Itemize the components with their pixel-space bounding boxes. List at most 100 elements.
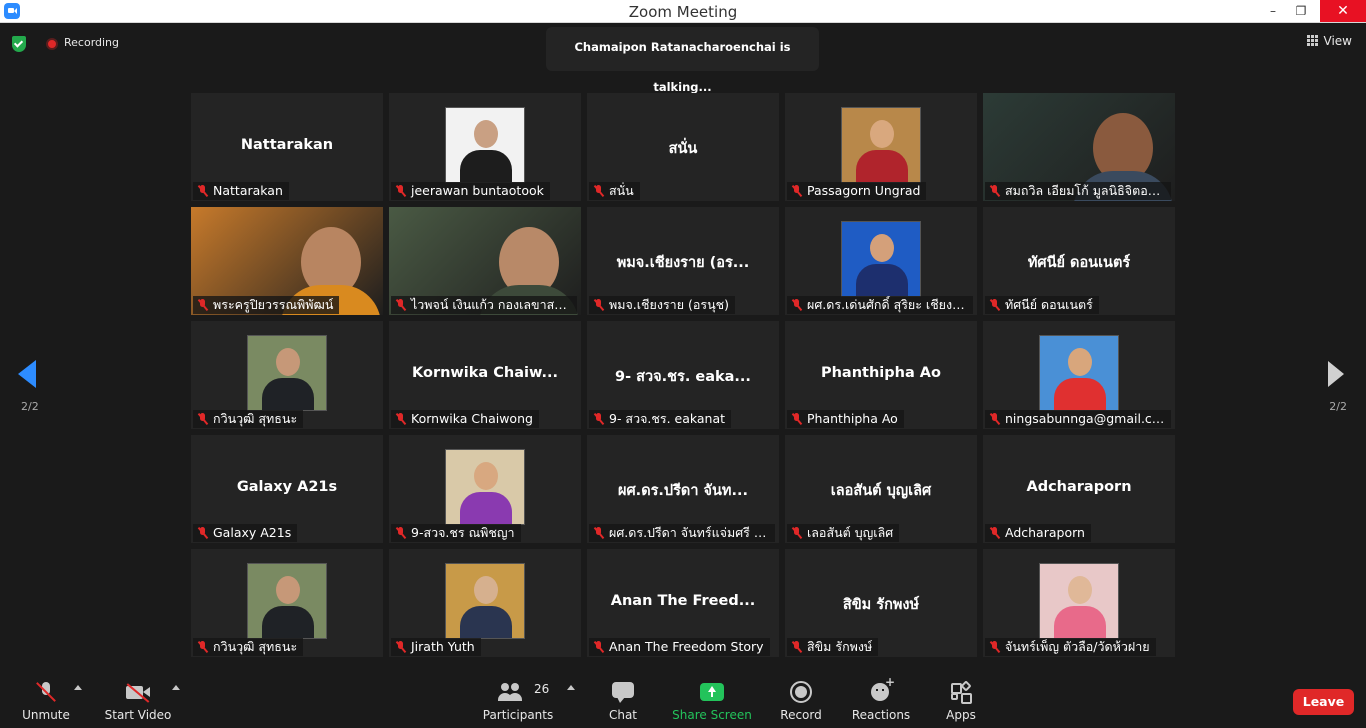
audio-options-caret-icon[interactable] xyxy=(74,685,82,690)
participant-profile-photo xyxy=(445,107,525,183)
participant-profile-photo xyxy=(1039,335,1119,411)
participant-name-label: Anan The Freedom Story xyxy=(589,638,770,656)
previous-page-arrow-icon[interactable] xyxy=(18,360,36,388)
recording-dot-icon xyxy=(46,38,58,50)
participants-options-caret-icon[interactable] xyxy=(567,685,575,690)
security-shield-icon[interactable] xyxy=(12,36,26,52)
unmute-button[interactable]: Unmute xyxy=(18,671,74,728)
page-indicator-left: 2/2 xyxy=(21,400,39,413)
maximize-button[interactable]: ❐ xyxy=(1284,0,1318,22)
chat-label: Chat xyxy=(608,708,638,722)
participant-tile[interactable]: Phanthipha Ao Phanthipha Ao xyxy=(785,321,977,429)
muted-microphone-icon xyxy=(396,185,406,197)
participant-tile[interactable]: Nattarakan Nattarakan xyxy=(191,93,383,201)
participant-tile[interactable]: เลอสันต์ บุญเลิศ เลอสันต์ บุญเลิศ xyxy=(785,435,977,543)
participant-profile-photo xyxy=(445,563,525,639)
page-indicator-right: 2/2 xyxy=(1329,400,1347,413)
participants-icon xyxy=(498,681,522,703)
participant-tile[interactable]: กวินวุฒิ สุทธนะ xyxy=(191,321,383,429)
close-button[interactable]: ✕ xyxy=(1320,0,1366,22)
participant-label-text: สนั่น xyxy=(609,183,634,198)
grid-view-icon xyxy=(1306,35,1318,46)
muted-microphone-icon xyxy=(198,641,208,653)
participant-tile[interactable]: Passagorn Ungrad xyxy=(785,93,977,201)
title-bar: Zoom Meeting – ❐ ✕ xyxy=(0,0,1366,23)
muted-microphone-icon xyxy=(396,641,406,653)
participant-tile[interactable]: จันทร์เพ็ญ ตัวลือ/วัดห้วฝาย xyxy=(983,549,1175,657)
muted-microphone-icon xyxy=(594,413,604,425)
muted-microphone-icon xyxy=(396,527,406,539)
participant-profile-photo xyxy=(841,107,921,183)
participant-tile[interactable]: ningsabunnga@gmail.com xyxy=(983,321,1175,429)
participant-tile[interactable]: ผศ.ดร.เด่นศักดิ์ สุริยะ เชียงราย xyxy=(785,207,977,315)
participant-label-text: Adcharaporn xyxy=(1005,525,1085,540)
share-screen-label: Share Screen xyxy=(672,708,752,722)
next-page-arrow-icon[interactable] xyxy=(1328,361,1344,387)
participant-tile[interactable]: Anan The Freed... Anan The Freedom Story xyxy=(587,549,779,657)
participant-name-label: สมถวิล เอียมโก้ มูลนิธิจิตอาสา เ... xyxy=(985,182,1171,200)
participant-name-label: Passagorn Ungrad xyxy=(787,182,927,200)
participant-tile[interactable]: สมถวิล เอียมโก้ มูลนิธิจิตอาสา เ... xyxy=(983,93,1175,201)
apps-label: Apps xyxy=(946,708,976,722)
participant-tile[interactable]: Jirath Yuth xyxy=(389,549,581,657)
muted-microphone-icon xyxy=(990,185,1000,197)
participant-name-label: 9- สวจ.ชร. eakanat xyxy=(589,410,732,428)
participant-name-label: Kornwika Chaiwong xyxy=(391,410,539,428)
chat-bubble-icon xyxy=(611,681,635,703)
participant-label-text: jeerawan buntaotook xyxy=(411,183,544,198)
participant-tile[interactable]: 9-สวจ.ชร ณพิชญา xyxy=(389,435,581,543)
participant-tile[interactable]: Kornwika Chaiw... Kornwika Chaiwong xyxy=(389,321,581,429)
muted-microphone-icon xyxy=(396,299,406,311)
participant-label-text: เลอสันต์ บุญเลิศ xyxy=(807,525,894,540)
participant-label-text: ผศ.ดร.เด่นศักดิ์ สุริยะ เชียงราย xyxy=(807,297,973,312)
participant-tile[interactable]: สนั่น สนั่น xyxy=(587,93,779,201)
apps-button[interactable]: Apps xyxy=(940,671,982,728)
participant-tile[interactable]: Adcharaporn Adcharaporn xyxy=(983,435,1175,543)
participant-name-label: สนั่น xyxy=(589,182,640,200)
participant-tile[interactable]: ทัศนีย์ ดอนเนตร์ ทัศนีย์ ดอนเนตร์ xyxy=(983,207,1175,315)
participant-label-text: Galaxy A21s xyxy=(213,525,292,540)
participant-label-text: ไวพจน์ เงินแก้ว กองเลขาสมัชช... xyxy=(411,297,577,312)
muted-microphone-icon xyxy=(990,413,1000,425)
participant-label-text: 9-สวจ.ชร ณพิชญา xyxy=(411,525,515,540)
participant-display-name: Adcharaporn xyxy=(1026,479,1132,495)
share-screen-button[interactable]: Share Screen xyxy=(672,671,752,728)
view-button[interactable]: View xyxy=(1306,34,1352,48)
participant-tile[interactable]: กวินวุฒิ สุทธนะ xyxy=(191,549,383,657)
participant-tile[interactable]: jeerawan buntaotook xyxy=(389,93,581,201)
participant-tile[interactable]: สิขิม รักพงษ์ สิขิม รักพงษ์ xyxy=(785,549,977,657)
reactions-button[interactable]: Reactions xyxy=(850,671,912,728)
muted-microphone-icon xyxy=(990,641,1000,653)
video-options-caret-icon[interactable] xyxy=(172,685,180,690)
participant-tile[interactable]: พมจ.เชียงราย (อร... พมจ.เชียงราย (อรนุช) xyxy=(587,207,779,315)
participant-name-label: จันทร์เพ็ญ ตัวลือ/วัดห้วฝาย xyxy=(985,638,1156,656)
leave-button[interactable]: Leave xyxy=(1293,689,1354,715)
gallery-grid: Nattarakan Nattarakan jeerawan buntaotook ส… xyxy=(191,93,1175,657)
muted-microphone-icon xyxy=(34,681,58,703)
participant-tile[interactable]: ไวพจน์ เงินแก้ว กองเลขาสมัชช... xyxy=(389,207,581,315)
participant-label-text: Jirath Yuth xyxy=(411,639,475,654)
recording-label[interactable]: Recording xyxy=(64,36,119,49)
participant-label-text: ผศ.ดร.ปรีดา จันทร์แจ่มศรี มร.... xyxy=(609,525,775,540)
participant-tile[interactable]: Galaxy A21s Galaxy A21s xyxy=(191,435,383,543)
participant-display-name: ทัศนีย์ ดอนเนตร์ xyxy=(1027,255,1131,271)
muted-microphone-icon xyxy=(198,299,208,311)
participant-name-label: ทัศนีย์ ดอนเนตร์ xyxy=(985,296,1099,314)
participant-name-label: 9-สวจ.ชร ณพิชญา xyxy=(391,524,521,542)
participant-display-name: ผศ.ดร.ปรีดา จันท... xyxy=(617,483,748,499)
participant-tile[interactable]: ผศ.ดร.ปรีดา จันท... ผศ.ดร.ปรีดา จันทร์แจ่… xyxy=(587,435,779,543)
participant-name-label: Jirath Yuth xyxy=(391,638,481,656)
start-video-label: Start Video xyxy=(104,708,172,722)
view-label: View xyxy=(1323,34,1352,48)
participant-tile[interactable]: 9- สวจ.ชร. eaka... 9- สวจ.ชร. eakanat xyxy=(587,321,779,429)
participant-tile[interactable]: พระครูปิยวรรณพิพัฒน์ xyxy=(191,207,383,315)
start-video-button[interactable]: Start Video xyxy=(104,671,172,728)
participants-button[interactable]: Participants xyxy=(482,671,554,728)
apps-icon xyxy=(949,680,973,704)
chat-button[interactable]: Chat xyxy=(600,671,646,728)
participant-display-name: Galaxy A21s xyxy=(236,479,338,495)
participant-label-text: สมถวิล เอียมโก้ มูลนิธิจิตอาสา เ... xyxy=(1005,183,1171,198)
share-screen-arrow-icon xyxy=(700,681,724,703)
record-button[interactable]: Record xyxy=(776,671,826,728)
participant-display-name: Phanthipha Ao xyxy=(820,365,941,381)
